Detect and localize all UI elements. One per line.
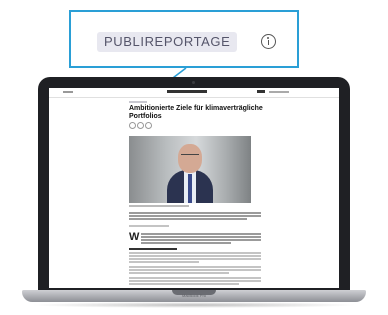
text-line (129, 255, 261, 257)
publireportage-callout: PUBLIREPORTAGE (69, 10, 299, 68)
text-line (129, 258, 261, 260)
header-link[interactable] (269, 91, 289, 93)
text-line (141, 239, 261, 241)
text-line (129, 225, 169, 227)
article-dropcap: W (129, 231, 140, 243)
article-headline: Ambitionierte Ziele für klimaverträglich… (129, 105, 263, 120)
laptop-brand: MacBook Pro (181, 293, 206, 298)
laptop-shadow (30, 302, 358, 308)
info-icon[interactable] (261, 34, 276, 49)
laptop-base: MacBook Pro (22, 290, 366, 302)
photo-head (178, 144, 202, 173)
share-icon[interactable] (129, 122, 136, 129)
text-line (129, 272, 229, 274)
article-photo (129, 136, 251, 203)
site-header (49, 88, 339, 98)
text-line (129, 283, 239, 285)
site-logo[interactable] (167, 90, 207, 93)
text-line (129, 212, 261, 214)
account-button[interactable] (257, 90, 265, 93)
text-line (141, 236, 261, 238)
print-icon[interactable] (137, 122, 144, 129)
text-line (129, 218, 247, 220)
text-line (141, 242, 231, 244)
text-line (129, 266, 261, 268)
text-line (129, 261, 199, 263)
menu-icon[interactable] (63, 91, 73, 93)
photo-tie (188, 174, 192, 203)
laptop-lid: Ambitionierte Ziele für klimaverträglich… (38, 77, 350, 291)
text-line (129, 252, 261, 254)
camera (192, 81, 195, 84)
photo-caption (129, 205, 189, 207)
publireportage-badge: PUBLIREPORTAGE (97, 32, 238, 52)
bookmark-icon[interactable] (145, 122, 152, 129)
article-tag (129, 101, 147, 103)
text-line (129, 215, 261, 217)
article-subheading (129, 248, 177, 250)
text-line (141, 233, 261, 235)
text-line (129, 280, 261, 282)
text-line (129, 277, 261, 279)
text-line (129, 269, 261, 271)
laptop-screen: Ambitionierte Ziele für klimaverträglich… (49, 88, 339, 288)
photo-glasses (181, 154, 199, 158)
